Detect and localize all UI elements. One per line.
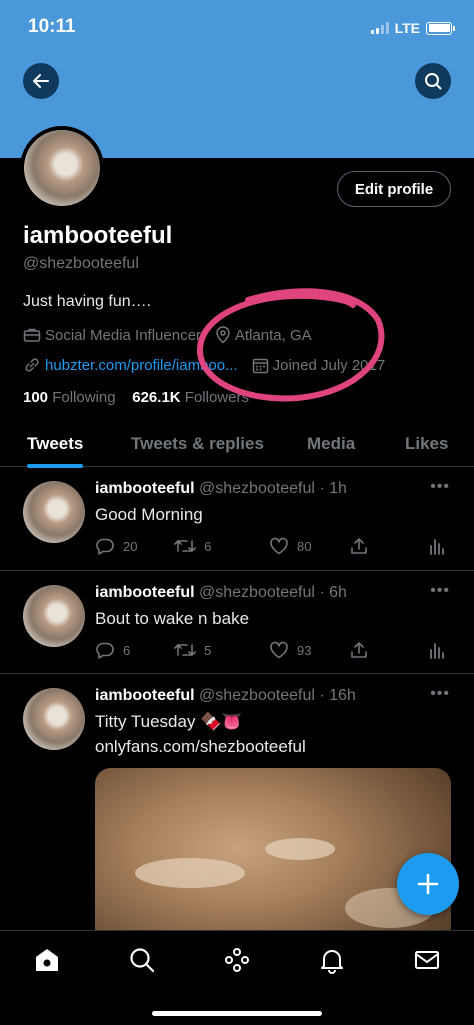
retweet-count: 5 xyxy=(204,642,212,658)
following-link[interactable]: 100 Following xyxy=(23,389,116,406)
profile-tabs: Tweets Tweets & replies Media Likes xyxy=(0,420,474,468)
more-icon[interactable]: ••• xyxy=(430,478,450,496)
back-arrow-icon xyxy=(33,74,49,88)
profile-location: Atlanta, GA xyxy=(234,326,312,344)
like-button[interactable]: 93 xyxy=(269,641,350,659)
profile-name: iambooteeful xyxy=(23,222,173,249)
tweet-header: iambooteeful @shezbooteeful · 1h xyxy=(95,480,347,498)
tweet-header: iambooteeful @shezbooteeful · 6h xyxy=(95,584,347,602)
nav-spaces[interactable] xyxy=(222,945,252,975)
battery-icon xyxy=(426,21,455,35)
share-button[interactable] xyxy=(350,641,429,659)
reply-button[interactable]: 20 xyxy=(95,537,164,555)
retweet-button[interactable]: 5 xyxy=(174,641,269,659)
profile-meta-row-1: Social Media Influencer Atlanta, GA xyxy=(23,326,312,344)
status-time: 10:11 xyxy=(28,16,76,37)
tweet-meta: @shezbooteeful · 1h xyxy=(199,480,347,497)
tab-tweets-replies[interactable]: Tweets & replies xyxy=(131,420,264,467)
home-icon xyxy=(36,949,58,971)
followers-label: Followers xyxy=(184,389,249,406)
retweet-button[interactable]: 6 xyxy=(174,537,269,555)
reply-count: 20 xyxy=(123,538,138,554)
search-button[interactable] xyxy=(415,63,451,99)
reply-icon xyxy=(96,642,114,659)
tweet-text: Good Morning xyxy=(95,505,203,524)
plus-icon xyxy=(417,873,439,895)
heart-icon xyxy=(270,641,288,659)
share-button[interactable] xyxy=(350,537,429,555)
follow-stats: 100 Following 626.1K Followers xyxy=(23,389,249,406)
profile-handle: @shezbooteeful xyxy=(23,255,139,272)
reply-icon xyxy=(96,538,114,555)
tab-media[interactable]: Media xyxy=(307,420,355,467)
more-icon[interactable]: ••• xyxy=(430,685,450,703)
location-pin-icon xyxy=(216,326,230,344)
network-label: LTE xyxy=(394,20,420,36)
retweet-count: 6 xyxy=(204,538,212,554)
compose-tweet-button[interactable] xyxy=(397,853,459,915)
following-count: 100 xyxy=(23,389,49,406)
profile-category: Social Media Influencer xyxy=(45,326,201,344)
tweet-link[interactable]: onlyfans.com/shezbooteeful xyxy=(95,737,306,757)
reply-button[interactable]: 6 xyxy=(95,641,164,659)
like-button[interactable]: 80 xyxy=(269,537,350,555)
tweet-avatar[interactable] xyxy=(23,481,85,543)
nav-messages[interactable] xyxy=(412,945,442,975)
tweet[interactable]: iambooteeful @shezbooteeful · 1h ••• Goo… xyxy=(0,467,474,571)
like-count: 80 xyxy=(296,538,312,554)
briefcase-icon xyxy=(23,328,41,342)
nav-search[interactable] xyxy=(127,945,157,975)
notifications-icon xyxy=(321,950,343,974)
link-icon xyxy=(25,358,39,372)
tweet-author: iambooteeful xyxy=(95,480,195,497)
calendar-icon xyxy=(252,358,268,373)
search-icon xyxy=(425,73,442,90)
tweet-meta: @shezbooteeful · 16h xyxy=(199,687,356,704)
retweet-icon xyxy=(174,644,196,656)
tweet-author: iambooteeful xyxy=(95,687,195,704)
like-count: 93 xyxy=(296,642,312,658)
profile-joined: Joined July 2017 xyxy=(272,356,386,374)
tab-tweets[interactable]: Tweets xyxy=(27,420,84,468)
retweet-icon xyxy=(174,540,196,552)
tab-likes[interactable]: Likes xyxy=(405,420,448,467)
profile-meta-row-2: hubzter.com/profile/iamboo... Joined Jul… xyxy=(23,356,385,374)
analytics-icon xyxy=(430,539,444,555)
followers-link[interactable]: 626.1K Followers xyxy=(132,389,249,406)
status-bar: 10:11 LTE xyxy=(0,0,474,56)
heart-icon xyxy=(270,537,288,555)
tweet-header: iambooteeful @shezbooteeful · 16h xyxy=(95,687,356,705)
nav-notifications[interactable] xyxy=(317,945,347,975)
home-indicator xyxy=(152,1011,322,1016)
profile-link[interactable]: hubzter.com/profile/iamboo... xyxy=(45,357,238,374)
nav-home[interactable] xyxy=(32,945,62,975)
tweet[interactable]: iambooteeful @shezbooteeful · 6h ••• Bou… xyxy=(0,571,474,674)
analytics-icon xyxy=(430,643,444,659)
tweet-text: Bout to wake n bake xyxy=(95,609,250,628)
profile-avatar[interactable] xyxy=(20,126,104,210)
tweet-avatar[interactable] xyxy=(23,585,85,647)
reply-count: 6 xyxy=(123,642,131,658)
tweet-actions: 20 6 80 xyxy=(95,537,445,555)
signal-icon xyxy=(370,22,389,34)
followers-count: 626.1K xyxy=(132,389,181,406)
more-icon[interactable]: ••• xyxy=(430,582,450,600)
spaces-icon xyxy=(225,948,249,972)
back-button[interactable] xyxy=(23,63,59,99)
analytics-button[interactable] xyxy=(429,641,445,659)
following-label: Following xyxy=(52,389,116,406)
tweet-actions: 6 5 93 xyxy=(95,641,445,659)
tweet-author: iambooteeful xyxy=(95,584,195,601)
tweet-avatar[interactable] xyxy=(23,688,85,750)
search-icon xyxy=(130,948,155,973)
tweet-text: Titty Tuesday 🍫👅 xyxy=(95,712,243,731)
share-icon xyxy=(351,538,367,554)
analytics-button[interactable] xyxy=(429,537,445,555)
messages-icon xyxy=(415,951,439,969)
tweet-meta: @shezbooteeful · 6h xyxy=(199,584,347,601)
share-icon xyxy=(351,642,367,658)
edit-profile-button[interactable]: Edit profile xyxy=(337,171,451,207)
profile-bio: Just having fun…. xyxy=(23,293,152,310)
